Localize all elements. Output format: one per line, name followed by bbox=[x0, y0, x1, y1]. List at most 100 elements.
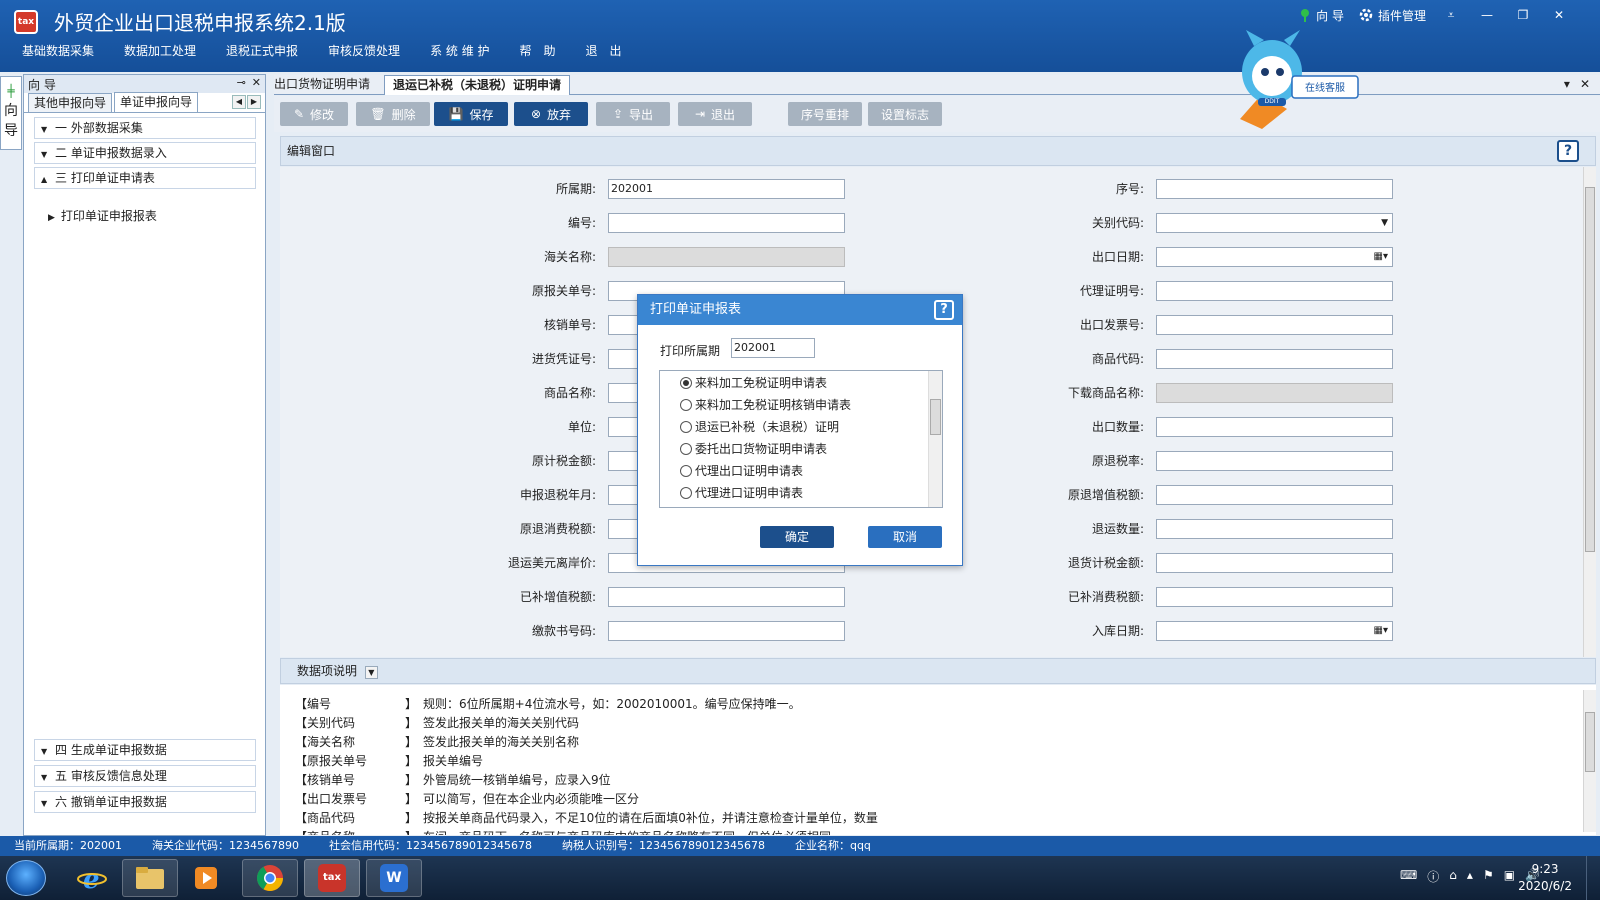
report-type-radio[interactable]: 委托出口货物证明申请表 bbox=[680, 439, 827, 459]
help-icon[interactable]: ? bbox=[1557, 140, 1579, 162]
guide-side-tab[interactable]: ╪ 向 导 bbox=[0, 76, 22, 150]
menu-formal-declaration[interactable]: 退税正式申报 bbox=[211, 41, 313, 61]
radio-button-icon[interactable] bbox=[680, 399, 692, 411]
report-type-radio[interactable]: 来料加工免税证明申请表 bbox=[680, 373, 827, 393]
discard-button[interactable]: ⊗ 放弃 bbox=[514, 102, 588, 126]
export-button[interactable]: ⇪ 导出 bbox=[596, 102, 670, 126]
description-scrollbar[interactable] bbox=[1583, 690, 1596, 832]
radio-button-icon[interactable] bbox=[680, 465, 692, 477]
form-input[interactable] bbox=[1156, 281, 1393, 301]
form-input[interactable] bbox=[608, 587, 845, 607]
radio-button-icon[interactable] bbox=[680, 377, 692, 389]
ie-taskbar-icon[interactable]: e bbox=[72, 859, 112, 897]
dialog-help-icon[interactable]: ? bbox=[934, 300, 954, 320]
customer-service-mascot[interactable]: 在线客服 DDIT bbox=[1232, 24, 1362, 134]
report-type-radio[interactable]: 退运已补税（未退税）证明 bbox=[680, 417, 839, 437]
form-scrollbar[interactable] bbox=[1583, 167, 1596, 657]
radio-button-icon[interactable] bbox=[680, 421, 692, 433]
close-button[interactable]: ✕ bbox=[1548, 6, 1570, 24]
report-type-radio[interactable]: 来料加工免税证明核销申请表 bbox=[680, 395, 851, 415]
tab-other-declaration-guide[interactable]: 其他申报向导 bbox=[28, 93, 113, 112]
confirm-button[interactable]: 确定 bbox=[760, 526, 834, 548]
tax-app-taskbar-icon[interactable]: tax bbox=[304, 859, 360, 897]
toolbar: ✎ 修改 🗑 删除 💾 保存 ⊗ 放弃 ⇪ 导出 ⇥ 退出 序号重排 设置标志 bbox=[274, 96, 1600, 132]
chrome-taskbar-icon[interactable] bbox=[242, 859, 298, 897]
report-type-radio[interactable]: 代理进口证明申请表 bbox=[680, 483, 803, 503]
menu-data-processing[interactable]: 数据加工处理 bbox=[109, 41, 211, 61]
delete-button[interactable]: 🗑 删除 bbox=[356, 102, 430, 126]
form-scrollbar-thumb[interactable] bbox=[1585, 187, 1595, 552]
menu-basic-data[interactable]: 基础数据采集 bbox=[0, 41, 109, 61]
show-hidden-icons-chevron-icon[interactable]: ▴ bbox=[1467, 868, 1473, 885]
form-input[interactable] bbox=[1156, 451, 1393, 471]
form-input[interactable]: 202001 bbox=[608, 179, 845, 199]
help-tray-icon[interactable]: ⓘ bbox=[1427, 868, 1439, 885]
tab-returned-tax-certificate[interactable]: 退运已补税（未退税）证明申请 bbox=[384, 75, 571, 95]
form-input[interactable] bbox=[1156, 349, 1393, 369]
nav-group-print-application[interactable]: ▲ 三 打印单证申请表 bbox=[34, 167, 256, 189]
nav-group-revoke-data[interactable]: ▼ 六 撤销单证申报数据 bbox=[34, 791, 256, 813]
form-input[interactable] bbox=[1156, 553, 1393, 573]
wps-taskbar-icon[interactable]: W bbox=[366, 859, 422, 897]
edit-button[interactable]: ✎ 修改 bbox=[280, 102, 348, 126]
report-type-radio[interactable]: 代理出口证明申请表 bbox=[680, 461, 803, 481]
collapse-chevron-icon[interactable]: ▼ bbox=[364, 666, 378, 679]
print-period-input[interactable]: 202001 bbox=[731, 338, 815, 358]
tab-scroll-right-icon[interactable]: ▶ bbox=[247, 95, 261, 109]
dropdown-arrow-icon[interactable]: ▼ bbox=[1381, 214, 1388, 232]
menu-exit[interactable]: 退 出 bbox=[571, 41, 637, 61]
nav-group-generate-data[interactable]: ▼ 四 生成单证申报数据 bbox=[34, 739, 256, 761]
minimize-button[interactable]: — bbox=[1476, 6, 1498, 24]
nav-item-print-document-report[interactable]: ▶ 打印单证申报报表 bbox=[48, 207, 157, 224]
nav-group-audit-feedback[interactable]: ▼ 五 审核反馈信息处理 bbox=[34, 765, 256, 787]
input-method-icon[interactable]: ⌂ bbox=[1449, 868, 1457, 885]
pin-icon[interactable]: ⊸ bbox=[237, 76, 246, 89]
tab-export-goods-certificate[interactable]: 出口货物证明申请 bbox=[274, 75, 378, 95]
exit-button[interactable]: ⇥ 退出 bbox=[678, 102, 752, 126]
file-explorer-taskbar-icon[interactable] bbox=[122, 859, 178, 897]
close-icon[interactable]: ✕ bbox=[252, 76, 261, 89]
tab-document-declaration-guide[interactable]: 单证申报向导 bbox=[114, 92, 199, 112]
form-input[interactable] bbox=[1156, 485, 1393, 505]
calendar-icon[interactable]: ▦▾ bbox=[1374, 248, 1388, 266]
form-input[interactable] bbox=[608, 213, 845, 233]
action-center-flag-icon[interactable]: ⚑ bbox=[1483, 868, 1494, 885]
guide-link[interactable]: 向 导 bbox=[1298, 7, 1344, 24]
description-scrollbar-thumb[interactable] bbox=[1585, 712, 1595, 772]
dropdown-chevron-icon[interactable]: ⩡ bbox=[1440, 6, 1462, 24]
form-input[interactable] bbox=[608, 621, 845, 641]
calendar-icon[interactable]: ▦▾ bbox=[1374, 622, 1388, 640]
plugin-manager-link[interactable]: 插件管理 bbox=[1358, 7, 1426, 24]
radio-button-icon[interactable] bbox=[680, 443, 692, 455]
form-input[interactable] bbox=[1156, 587, 1393, 607]
report-list-scrollbar-thumb[interactable] bbox=[930, 399, 941, 435]
form-date-picker[interactable]: ▦▾ bbox=[1156, 621, 1393, 641]
set-flag-button[interactable]: 设置标志 bbox=[868, 102, 942, 126]
media-player-taskbar-icon[interactable] bbox=[186, 859, 226, 897]
menu-system-maintenance[interactable]: 系 统 维 护 bbox=[415, 41, 504, 61]
clock[interactable]: 9:23 2020/6/2 bbox=[1518, 861, 1572, 895]
keyboard-icon[interactable]: ⌨ bbox=[1400, 868, 1417, 885]
renumber-button[interactable]: 序号重排 bbox=[788, 102, 862, 126]
network-icon[interactable]: ▣ bbox=[1504, 868, 1515, 885]
tab-scroll-left-icon[interactable]: ◀ bbox=[232, 95, 246, 109]
form-input[interactable] bbox=[1156, 417, 1393, 437]
cancel-button[interactable]: 取消 bbox=[868, 526, 942, 548]
menu-audit-feedback[interactable]: 审核反馈处理 bbox=[313, 41, 415, 61]
nav-group-external-data[interactable]: ▼ 一 外部数据采集 bbox=[34, 117, 256, 139]
show-desktop-button[interactable] bbox=[1586, 856, 1600, 900]
restore-button[interactable]: ❐ bbox=[1512, 6, 1534, 24]
form-input[interactable] bbox=[1156, 519, 1393, 539]
form-date-picker[interactable]: ▦▾ bbox=[1156, 247, 1393, 267]
start-button[interactable] bbox=[6, 860, 46, 896]
tab-close-icon[interactable]: ✕ bbox=[1580, 77, 1590, 91]
nav-group-document-entry[interactable]: ▼ 二 单证申报数据录入 bbox=[34, 142, 256, 164]
form-input[interactable] bbox=[1156, 179, 1393, 199]
form-select[interactable]: ▼ bbox=[1156, 213, 1393, 233]
radio-button-icon[interactable] bbox=[680, 487, 692, 499]
form-input[interactable] bbox=[1156, 315, 1393, 335]
tab-list-chevron-icon[interactable]: ▾ bbox=[1564, 77, 1570, 91]
menu-help[interactable]: 帮 助 bbox=[505, 41, 571, 61]
save-button[interactable]: 💾 保存 bbox=[434, 102, 508, 126]
report-list-scrollbar[interactable] bbox=[928, 371, 942, 507]
